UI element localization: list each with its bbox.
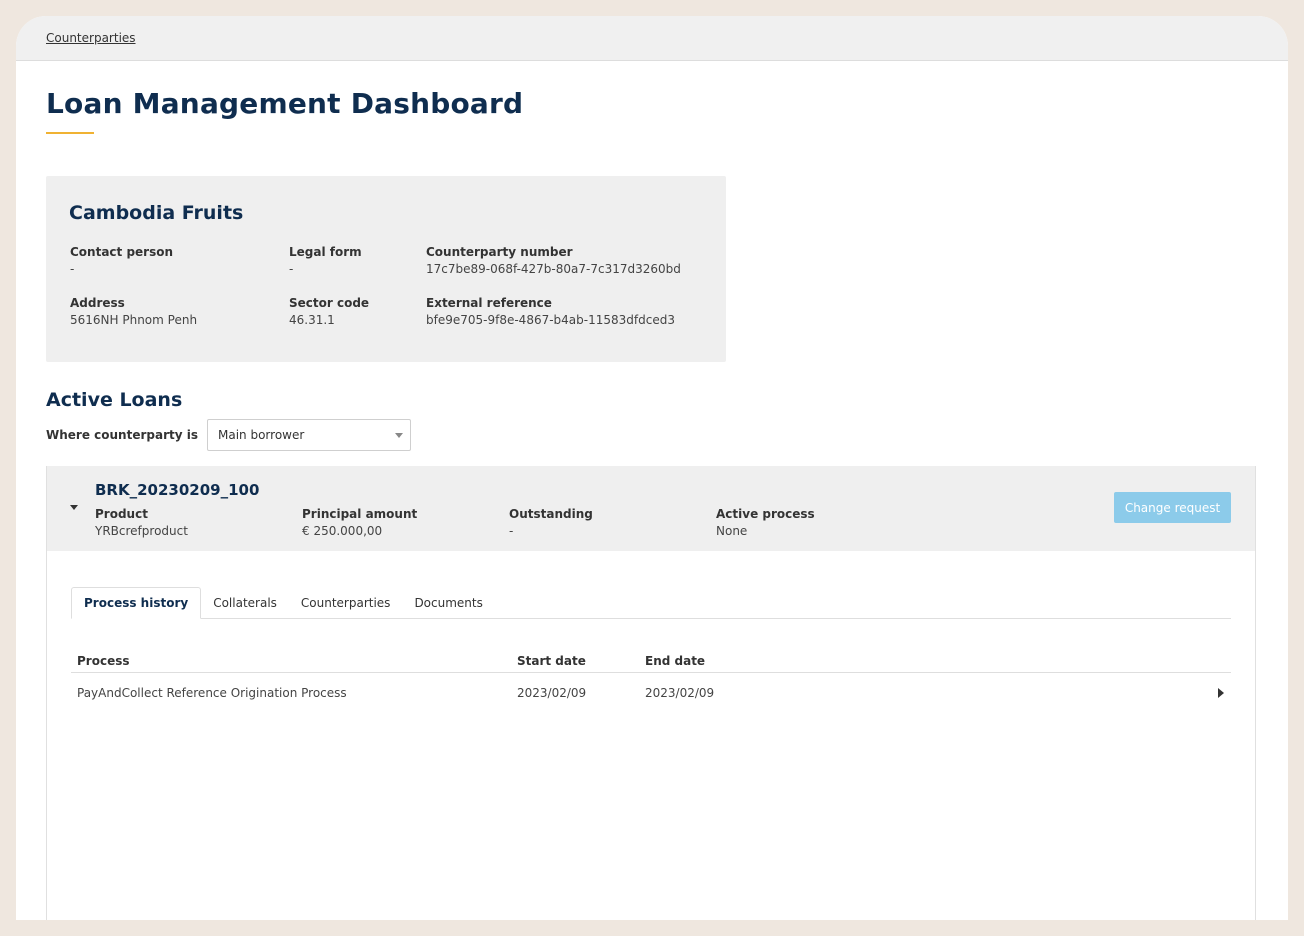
loan-header: BRK_20230209_100 Product YRBcrefproduct … xyxy=(47,466,1255,551)
table-row[interactable]: PayAndCollect Reference Origination Proc… xyxy=(71,673,1231,713)
sector-code-label: Sector code xyxy=(289,296,370,310)
tab-process-history[interactable]: Process history xyxy=(71,587,202,619)
select-value: Main borrower xyxy=(218,428,305,442)
external-reference-value: bfe9e705-9f8e-4867-b4ab-11583dfdced3 xyxy=(426,313,675,327)
cell-process: PayAndCollect Reference Origination Proc… xyxy=(77,686,347,700)
legal-form-field: Legal form - xyxy=(289,244,426,278)
table-header-row: Process Start date End date xyxy=(71,649,1231,673)
contact-person-value: - xyxy=(70,262,75,276)
outstanding-value: - xyxy=(509,524,514,538)
collapse-caret-icon[interactable] xyxy=(70,505,78,510)
active-process-value: None xyxy=(716,524,748,538)
loan-summary: Product YRBcrefproduct Principal amount … xyxy=(95,506,923,540)
app-frame: Counterparties Loan Management Dashboard… xyxy=(16,16,1288,920)
legal-form-value: - xyxy=(289,262,294,276)
counterparty-number-label: Counterparty number xyxy=(426,245,573,259)
counterparty-details: Contact person - Legal form - Counterpar… xyxy=(69,244,703,329)
top-bar: Counterparties xyxy=(16,16,1288,61)
address-field: Address 5616NH Phnom Penh xyxy=(70,295,289,329)
outstanding-field: Outstanding - xyxy=(509,506,716,540)
contact-person-field: Contact person - xyxy=(70,244,289,278)
contact-person-label: Contact person xyxy=(70,245,174,259)
process-history-table: Process Start date End date PayAndCollec… xyxy=(71,649,1231,713)
tab-collaterals[interactable]: Collaterals xyxy=(201,587,289,618)
external-reference-label: External reference xyxy=(426,296,552,310)
main-content: Loan Management Dashboard Cambodia Fruit… xyxy=(16,87,1288,920)
title-underline xyxy=(46,132,94,134)
change-request-button[interactable]: Change request xyxy=(1114,492,1231,523)
principal-field: Principal amount € 250.000,00 xyxy=(302,506,509,540)
column-header-end-date: End date xyxy=(645,653,706,668)
counterparty-card: Cambodia Fruits Contact person - Legal f… xyxy=(46,176,726,362)
cell-end-date: 2023/02/09 xyxy=(645,686,715,700)
counterparty-number-value: 17c7be89-068f-427b-80a7-7c317d3260bd xyxy=(426,262,681,276)
loan-tabs: Process history Collaterals Counterparti… xyxy=(71,587,1231,619)
column-header-start-date: Start date xyxy=(517,653,586,668)
external-reference-field: External reference bfe9e705-9f8e-4867-b4… xyxy=(426,295,726,329)
product-label: Product xyxy=(95,507,148,521)
counterparty-number-field: Counterparty number 17c7be89-068f-427b-8… xyxy=(426,244,726,278)
legal-form-label: Legal form xyxy=(289,245,362,259)
counterparty-role-select[interactable]: Main borrower xyxy=(207,419,411,451)
tab-counterparties[interactable]: Counterparties xyxy=(289,587,403,618)
sector-code-field: Sector code 46.31.1 xyxy=(289,295,426,329)
loan-id: BRK_20230209_100 xyxy=(95,481,260,499)
breadcrumb-counterparties[interactable]: Counterparties xyxy=(46,31,136,45)
chevron-right-icon[interactable] xyxy=(1218,688,1224,698)
active-loans-title: Active Loans xyxy=(46,389,183,411)
chevron-down-icon xyxy=(395,432,403,438)
principal-label: Principal amount xyxy=(302,507,418,521)
address-value: 5616NH Phnom Penh xyxy=(70,313,198,327)
tab-documents[interactable]: Documents xyxy=(402,587,494,618)
active-process-field: Active process None xyxy=(716,506,923,540)
address-label: Address xyxy=(70,296,125,310)
product-value: YRBcrefproduct xyxy=(95,524,188,538)
principal-value: € 250.000,00 xyxy=(302,524,383,538)
loan-panel: BRK_20230209_100 Product YRBcrefproduct … xyxy=(46,466,1256,920)
sector-code-value: 46.31.1 xyxy=(289,313,335,327)
cell-start-date: 2023/02/09 xyxy=(517,686,587,700)
column-header-process: Process xyxy=(77,653,130,668)
page-title: Loan Management Dashboard xyxy=(46,87,524,120)
loan-details: Process history Collaterals Counterparti… xyxy=(47,551,1255,713)
outstanding-label: Outstanding xyxy=(509,507,593,521)
counterparty-role-filter: Where counterparty is Main borrower xyxy=(46,419,1258,451)
product-field: Product YRBcrefproduct xyxy=(95,506,302,540)
active-process-label: Active process xyxy=(716,507,815,521)
filter-label: Where counterparty is xyxy=(46,428,198,442)
counterparty-name: Cambodia Fruits xyxy=(69,202,244,224)
